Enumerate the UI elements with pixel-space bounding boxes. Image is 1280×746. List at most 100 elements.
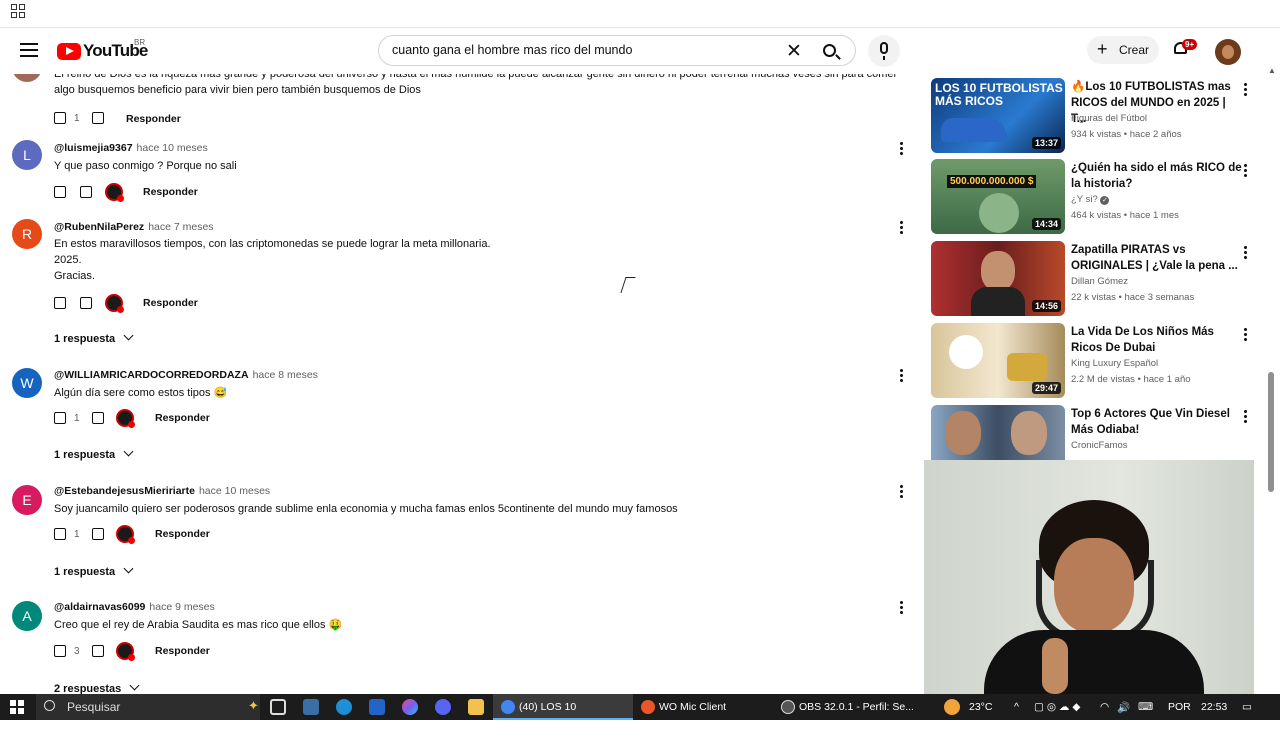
taskbar-search[interactable]: Pesquisar ✦ [36,694,260,720]
video-title[interactable]: Top 6 Actores Que Vin Diesel Más Odiaba! [1071,406,1243,438]
show-replies-button[interactable]: 2 respuestas [54,680,140,694]
copilot-icon[interactable] [402,699,418,715]
dislike-icon[interactable] [92,412,104,424]
video-duration: 29:47 [1031,382,1061,394]
apps-grid-icon[interactable] [11,4,25,18]
comment-avatar[interactable]: L [12,140,42,170]
edge-icon[interactable] [336,699,352,715]
comment-author[interactable]: @luismejia9367 hace 10 meses [54,142,208,154]
comment-more-icon[interactable] [900,369,904,383]
comment-avatar[interactable]: W [12,368,42,398]
like-icon[interactable] [54,412,66,424]
comment-more-icon[interactable] [900,142,904,156]
comment-author[interactable]: @WILLIAMRICARDOCORREDORDAZA hace 8 meses [54,369,318,381]
comment-more-icon[interactable] [900,485,904,499]
reply-button[interactable]: Responder [143,186,198,198]
reply-button[interactable]: Responder [155,645,210,657]
file-explorer-icon[interactable] [468,699,484,715]
video-title[interactable]: Zapatilla PIRATAS vs ORIGINALES | ¿Vale … [1071,242,1243,274]
show-replies-button[interactable]: 1 respuesta [54,563,134,578]
video-thumbnail[interactable]: LOS 10 FUTBOLISTAS MÁS RICOS 13:37 [931,78,1065,153]
video-title[interactable]: ¿Quién ha sido el más RICO de la histori… [1071,160,1243,192]
youtube-logo[interactable]: YouTube BR [57,38,148,61]
clock[interactable]: 22:53 [1201,701,1227,713]
comment-author[interactable]: @RubenNilaPerez hace 7 meses [54,221,214,233]
video-more-icon[interactable] [1244,246,1247,261]
video-channel[interactable]: ¿Y si? ✓ [1071,194,1110,205]
video-channel[interactable]: Figuras del Fútbol [1071,113,1147,124]
weather-temp[interactable]: 23°C [969,701,992,713]
related-video[interactable]: 29:47 La Vida De Los Niños Más Ricos De … [930,320,1260,398]
dislike-icon[interactable] [80,186,92,198]
video-thumbnail[interactable]: 14:56 [931,241,1065,316]
taskbar-search-input[interactable]: Pesquisar [67,700,120,714]
notifications-icon[interactable]: ▭ [1242,701,1252,713]
video-thumbnail[interactable]: 500.000.000.000 $ 14:34 [931,159,1065,234]
scroll-up-arrow-icon[interactable]: ▲ [1268,66,1276,75]
task-view-icon[interactable] [270,699,286,715]
avatar[interactable] [1215,39,1241,65]
video-more-icon[interactable] [1244,410,1247,425]
chevron-up-icon[interactable]: ^ [1014,701,1019,713]
video-channel[interactable]: King Luxury Español [1071,358,1158,369]
comment-avatar[interactable]: R [12,219,42,249]
reply-button[interactable]: Responder [143,297,198,309]
related-video[interactable]: LOS 10 FUTBOLISTAS MÁS RICOS 13:37 🔥Los … [930,75,1260,153]
search-input[interactable]: cuanto gana el hombre mas rico del mundo [392,43,632,57]
dislike-icon[interactable] [92,528,104,540]
video-more-icon[interactable] [1244,164,1247,179]
search-box[interactable]: cuanto gana el hombre mas rico del mundo… [378,35,856,66]
create-button[interactable]: + Crear [1087,36,1159,64]
voice-search-button[interactable] [868,35,900,67]
comment-avatar[interactable] [12,74,42,82]
volume-icon[interactable]: 🔊 [1117,701,1130,714]
video-more-icon[interactable] [1244,83,1247,98]
dislike-icon[interactable] [92,645,104,657]
like-count: 1 [74,413,80,424]
comment-more-icon[interactable] [900,221,904,235]
video-thumbnail[interactable]: 29:47 [931,323,1065,398]
clear-search-icon[interactable]: ✕ [786,40,802,63]
like-icon[interactable] [54,528,66,540]
comment-more-icon[interactable] [900,601,904,615]
video-more-icon[interactable] [1244,328,1247,343]
tray-app-icons[interactable]: ▢ ◎ ☁ ◆ [1034,701,1080,713]
network-icon[interactable]: ◠ [1100,701,1109,713]
copilot-sparkle-icon: ✦ [248,698,259,713]
comment-author[interactable]: @aldairnavas6099 hace 9 meses [54,601,215,613]
like-icon[interactable] [54,645,66,657]
menu-icon[interactable] [20,43,38,57]
show-replies-button[interactable]: 1 respuesta [54,446,134,461]
scrollbar[interactable] [1268,372,1274,492]
windows-start-icon[interactable] [10,700,24,714]
video-thumbnail[interactable] [931,405,1065,460]
related-video[interactable]: 14:56 Zapatilla PIRATAS vs ORIGINALES | … [930,238,1260,316]
related-video[interactable]: 500.000.000.000 $ 14:34 ¿Quién ha sido e… [930,156,1260,234]
video-channel[interactable]: Dillan Gómez [1071,276,1128,287]
related-video[interactable]: Top 6 Actores Que Vin Diesel Más Odiaba!… [930,402,1260,460]
keyboard-icon[interactable]: ⌨ [1138,701,1153,713]
weather-icon[interactable] [944,699,960,715]
video-title[interactable]: La Vida De Los Niños Más Ricos De Dubai [1071,324,1243,356]
dislike-icon[interactable] [92,112,104,124]
taskbar-app-browser[interactable]: (40) LOS 10 HOMBRE... [493,694,633,739]
like-icon[interactable] [54,112,66,124]
taskbar-app-obs[interactable]: OBS 32.0.1 - Perfil: Se... [773,694,918,720]
like-icon[interactable] [54,186,66,198]
reply-button[interactable]: Responder [155,412,210,424]
comment-avatar[interactable]: E [12,485,42,515]
taskbar-app-womic[interactable]: WO Mic Client [633,694,773,720]
search-icon[interactable] [823,44,836,57]
language-indicator[interactable]: POR [1168,701,1191,713]
dislike-icon[interactable] [80,297,92,309]
discord-icon[interactable] [435,699,451,715]
outlook-icon[interactable] [369,699,385,715]
video-channel[interactable]: CronicFamos [1071,440,1128,451]
store-icon[interactable] [303,699,319,715]
reply-button[interactable]: Responder [155,528,210,540]
comment-author[interactable]: @EstebandejesusMieririarte hace 10 meses [54,485,270,497]
like-icon[interactable] [54,297,66,309]
reply-button[interactable]: Responder [126,113,181,125]
show-replies-button[interactable]: 1 respuesta [54,330,134,345]
comment-avatar[interactable]: A [12,601,42,631]
